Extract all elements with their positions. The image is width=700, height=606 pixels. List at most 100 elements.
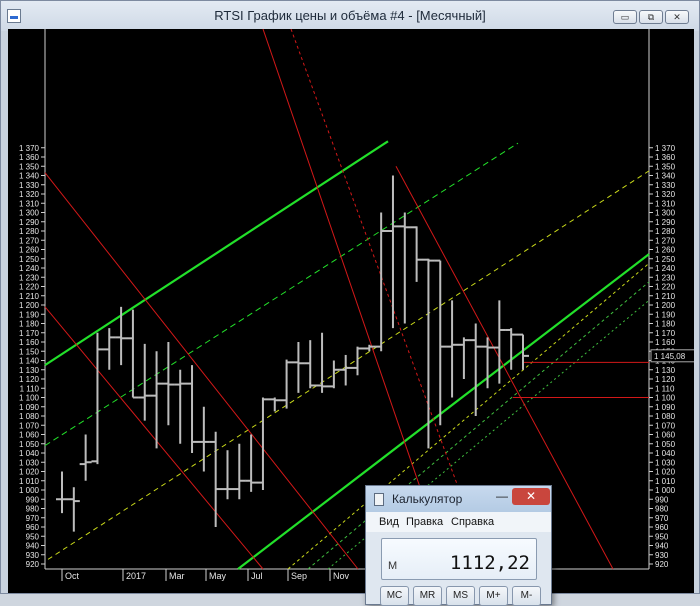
y-tick-label-left: 960: [26, 523, 40, 532]
y-tick-label-left: 1 130: [19, 366, 40, 375]
y-tick-label-right: 960: [655, 523, 669, 532]
y-tick-label-right: 920: [655, 560, 669, 569]
y-tick-label-left: 1 360: [19, 153, 40, 162]
restore-button[interactable]: ⧉: [639, 10, 663, 24]
calculator-close-button[interactable]: ✕: [512, 488, 550, 505]
y-tick-label-right: 1 320: [655, 190, 676, 199]
y-tick-label-right: 1 030: [655, 458, 676, 467]
y-tick-label-left: 1 150: [19, 347, 40, 356]
chart-window: RTSI График цены и объёма #4 - [Месячный…: [0, 0, 700, 594]
y-tick-label-left: 1 090: [19, 403, 40, 412]
calculator-title: Калькулятор: [392, 492, 463, 506]
y-tick-label-right: 1 300: [655, 209, 676, 218]
y-tick-label-right: 1 250: [655, 255, 676, 264]
y-tick-label-left: 1 100: [19, 394, 40, 403]
y-tick-label-right: 1 280: [655, 227, 676, 236]
y-tick-label-right: 1 340: [655, 172, 676, 181]
y-tick-label-left: 1 320: [19, 190, 40, 199]
y-tick-label-left: 1 260: [19, 246, 40, 255]
y-tick-label-left: 1 050: [19, 440, 40, 449]
y-tick-label-left: 1 030: [19, 458, 40, 467]
y-tick-label-left: 1 140: [19, 357, 40, 366]
y-tick-label-left: 1 300: [19, 209, 40, 218]
y-tick-label-right: 1 360: [655, 153, 676, 162]
y-tick-label-right: 1 120: [655, 375, 676, 384]
y-tick-label-left: 1 080: [19, 412, 40, 421]
y-tick-label-left: 1 110: [20, 384, 40, 393]
y-tick-label-right: 1 090: [655, 403, 676, 412]
y-tick-label-left: 970: [26, 514, 40, 523]
y-tick-label-right: 970: [655, 514, 669, 523]
y-tick-label-left: 1 040: [19, 449, 40, 458]
y-tick-label-left: 1 250: [19, 255, 40, 264]
y-tick-label-right: 1 020: [655, 468, 676, 477]
y-tick-label-left: 950: [26, 532, 40, 541]
y-tick-label-left: 940: [26, 542, 40, 551]
y-tick-label-right: 1 260: [655, 246, 676, 255]
y-tick-label-left: 980: [26, 505, 40, 514]
y-tick-label-right: 1 330: [655, 181, 676, 190]
window-title: RTSI График цены и объёма #4 - [Месячный…: [214, 8, 486, 23]
x-tick-label: May: [209, 571, 227, 581]
calculator-display: M 1112,22: [381, 538, 537, 580]
price-chart[interactable]: 920 920 930 930 940 940 950 950 960 960 970 970 980 9…: [8, 29, 694, 593]
y-tick-label-right: 940: [655, 542, 669, 551]
y-tick-label-left: 1 270: [19, 236, 40, 245]
calculator-minimize-button[interactable]: —: [492, 489, 512, 505]
y-tick-label-left: 1 230: [19, 273, 40, 282]
memory-indicator: M: [388, 560, 398, 572]
y-tick-label-left: 1 070: [19, 421, 40, 430]
calculator-icon: [374, 493, 384, 506]
x-tick-label: Oct: [65, 571, 80, 581]
y-tick-label-right: 1 130: [655, 366, 676, 375]
m-minus-button[interactable]: M-: [512, 586, 541, 606]
y-tick-label-right: 1 060: [655, 431, 676, 440]
menu-help[interactable]: Справка: [451, 516, 494, 528]
mc-button[interactable]: MC: [380, 586, 409, 606]
y-tick-label-left: 1 310: [19, 199, 40, 208]
y-tick-label-left: 990: [26, 495, 40, 504]
y-tick-label-right: 1 010: [655, 477, 676, 486]
y-tick-label-left: 1 020: [19, 468, 40, 477]
m-plus-button[interactable]: M+: [479, 586, 508, 606]
y-tick-label-left: 1 120: [19, 375, 40, 384]
display-value: 1112,22: [449, 552, 530, 574]
y-tick-label-right: 1 050: [655, 440, 676, 449]
y-tick-label-left: 1 340: [19, 172, 40, 181]
menu-view[interactable]: Вид: [379, 516, 399, 528]
y-tick-label-left: 1 170: [19, 329, 40, 338]
calculator-title-bar[interactable]: Калькулятор — ✕: [366, 486, 551, 512]
y-tick-label-right: 1 110: [655, 384, 675, 393]
y-tick-label-right: 1 170: [655, 329, 676, 338]
y-tick-label-left: 1 180: [19, 320, 40, 329]
x-tick-label: Nov: [333, 571, 350, 581]
y-tick-label-right: 1 230: [655, 273, 676, 282]
y-tick-label-right: 1 290: [655, 218, 676, 227]
minimize-button[interactable]: ▭: [613, 10, 637, 24]
y-tick-label-left: 1 210: [19, 292, 40, 301]
close-button[interactable]: ✕: [665, 10, 689, 24]
y-tick-label-right: 930: [655, 551, 669, 560]
y-tick-label-right: 1 070: [655, 421, 676, 430]
y-tick-label-right: 1 100: [655, 394, 676, 403]
chart-canvas: 920 920930 930940 940950 950960 960970 970980 9…: [8, 29, 694, 593]
y-tick-label-left: 1 350: [19, 162, 40, 171]
ms-button[interactable]: MS: [446, 586, 475, 606]
title-bar[interactable]: RTSI График цены и объёма #4 - [Месячный…: [1, 1, 699, 31]
last-price-label: 1 145,08: [654, 352, 686, 361]
y-tick-label-right: 1 180: [655, 320, 676, 329]
y-tick-label-left: 1 010: [19, 477, 40, 486]
y-tick-label-left: 1 190: [19, 310, 40, 319]
y-tick-label-right: 1 210: [655, 292, 676, 301]
y-tick-label-right: 1 080: [655, 412, 676, 421]
y-tick-label-left: 1 160: [19, 338, 40, 347]
y-tick-label-right: 1 160: [655, 338, 676, 347]
menu-edit[interactable]: Правка: [406, 516, 443, 528]
mr-button[interactable]: MR: [413, 586, 442, 606]
x-tick-label: Jul: [251, 571, 263, 581]
y-tick-label-right: 1 190: [655, 310, 676, 319]
y-tick-label-right: 950: [655, 532, 669, 541]
x-tick-label: Sep: [291, 571, 307, 581]
x-tick-label: Mar: [169, 571, 185, 581]
calculator-window: Калькулятор — ✕ Вид Правка Справка M 111…: [365, 485, 552, 606]
